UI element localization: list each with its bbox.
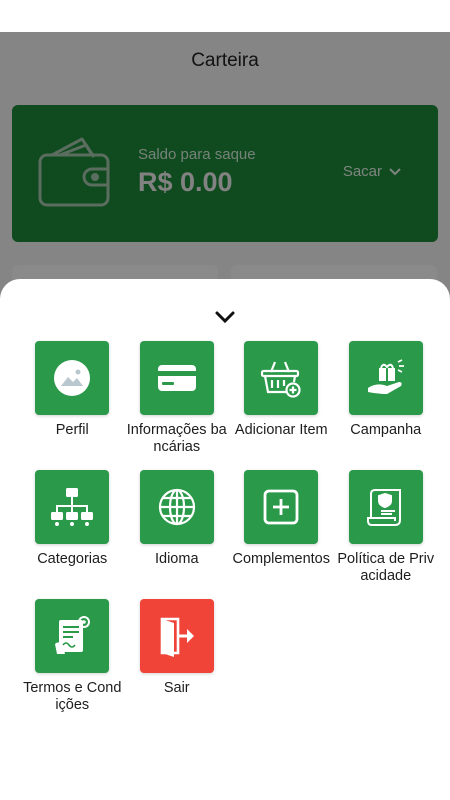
tile-icon-box — [139, 470, 214, 544]
menu-item-label: Categorias — [37, 551, 108, 567]
menu-item-label: Adicionar Item — [234, 422, 328, 438]
tile-icon-box — [35, 599, 110, 673]
menu-item-label: Idioma — [154, 551, 199, 567]
menu-item-label: Política de Privacidade — [337, 551, 435, 584]
menu-item-bank-info[interactable]: Informações bancárias — [125, 341, 230, 456]
terms-document-icon — [55, 616, 91, 654]
chevron-down-icon — [215, 311, 235, 324]
basket-add-icon — [261, 361, 301, 398]
menu-item-label: Termos e Condições — [23, 680, 122, 713]
tile-icon-box — [139, 341, 214, 415]
menu-item-label: Complementos — [232, 551, 330, 567]
menu-item-label: Informações bancárias — [126, 422, 227, 455]
menu-item-campanha[interactable]: Campanha — [334, 341, 439, 456]
menu-item-idioma[interactable]: Idioma — [125, 470, 230, 585]
globe-icon — [158, 488, 195, 526]
menu-item-complementos[interactable]: Complementos — [229, 470, 334, 585]
menu-item-label: Perfil — [55, 422, 89, 438]
plus-square-icon — [263, 489, 299, 525]
hierarchy-icon — [51, 488, 94, 526]
tile-icon-box — [348, 341, 423, 415]
menu-item-categorias[interactable]: Categorias — [20, 470, 125, 585]
privacy-scroll-icon — [366, 489, 401, 526]
tile-icon-box — [348, 470, 423, 544]
tile-icon-box — [244, 470, 319, 544]
collapse-sheet-button[interactable] — [211, 306, 239, 328]
tile-icon-box — [35, 341, 110, 415]
tile-icon-box — [35, 470, 110, 544]
menu-item-sair[interactable]: Sair — [125, 599, 230, 714]
campaign-gift-icon — [367, 359, 404, 394]
menu-item-terms[interactable]: Termos e Condições — [20, 599, 125, 714]
menu-grid: Perfil Informações bancárias Adicionar I… — [20, 341, 438, 714]
tile-icon-box — [139, 599, 214, 673]
logout-door-icon — [160, 617, 194, 657]
menu-item-add-item[interactable]: Adicionar Item — [229, 341, 334, 456]
menu-item-label: Sair — [163, 680, 190, 696]
menu-bottom-sheet: Perfil Informações bancárias Adicionar I… — [0, 279, 450, 800]
menu-item-privacy-policy[interactable]: Política de Privacidade — [334, 470, 439, 585]
credit-card-icon — [157, 365, 196, 391]
tile-icon-box — [244, 341, 319, 415]
menu-item-perfil[interactable]: Perfil — [20, 341, 125, 456]
profile-image-icon — [54, 360, 91, 396]
menu-item-label: Campanha — [350, 422, 422, 438]
status-bar — [0, 0, 450, 32]
